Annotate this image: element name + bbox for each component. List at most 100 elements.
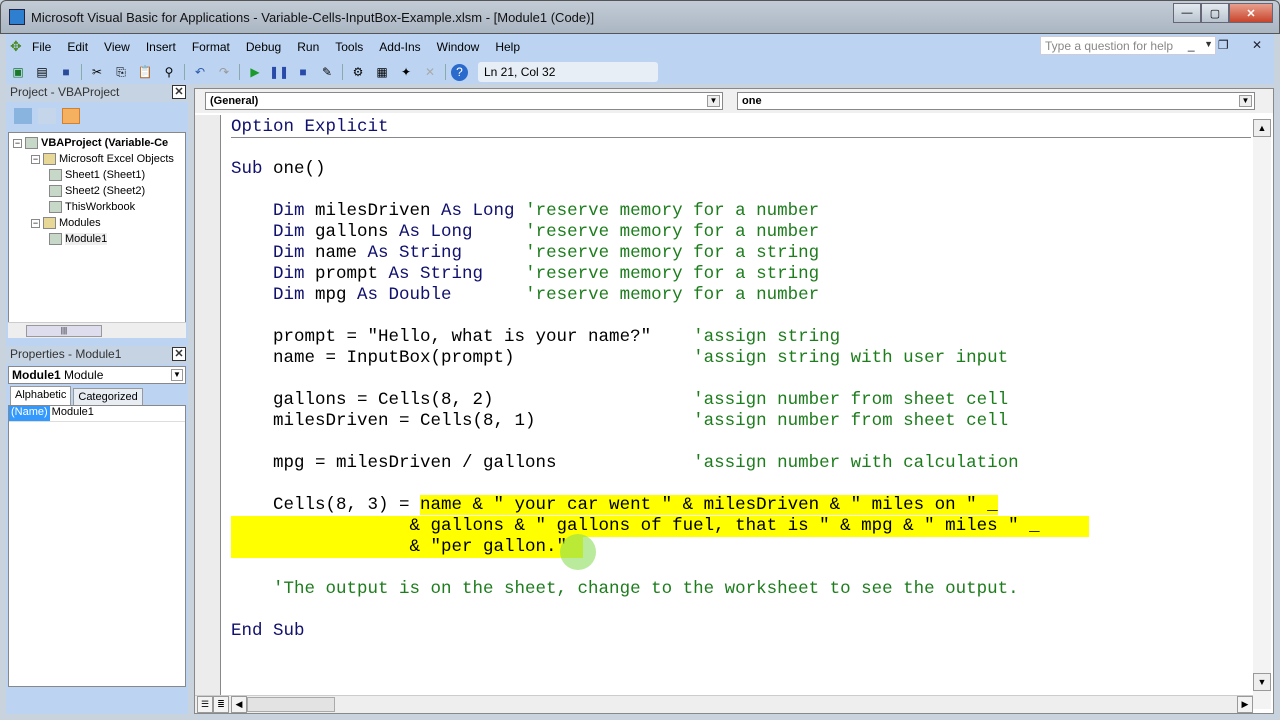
window-title: Microsoft Visual Basic for Applications … xyxy=(31,10,595,25)
copy-icon[interactable]: ⎘ xyxy=(111,63,131,81)
property-value[interactable]: Module1 xyxy=(50,406,96,421)
scroll-right-icon[interactable]: ▶ xyxy=(1237,696,1253,713)
menu-help[interactable]: Help xyxy=(487,40,528,54)
scroll-thumb[interactable]: ||| xyxy=(26,325,102,337)
vertical-scrollbar[interactable]: ▲ ▼ xyxy=(1253,119,1271,709)
scroll-up-icon[interactable]: ▲ xyxy=(1253,119,1271,137)
tab-alphabetic[interactable]: Alphabetic xyxy=(10,386,72,405)
close-button[interactable]: ✕ xyxy=(1229,3,1273,23)
design-mode-icon[interactable]: ✎ xyxy=(317,63,337,81)
paste-icon[interactable]: 📋 xyxy=(135,63,155,81)
menu-format[interactable]: Format xyxy=(184,40,238,54)
toggle-folders-icon[interactable] xyxy=(62,108,80,124)
code-line[interactable]: Cells(8, 3) = name & " your car went " &… xyxy=(231,495,1251,516)
code-line[interactable]: End Sub xyxy=(231,621,1251,642)
menu-run[interactable]: Run xyxy=(289,40,327,54)
tree-item[interactable]: Sheet2 (Sheet2) xyxy=(49,183,145,199)
code-line[interactable] xyxy=(231,432,1251,453)
code-line[interactable]: Option Explicit xyxy=(231,117,1251,138)
tab-categorized[interactable]: Categorized xyxy=(73,388,143,405)
tree-item[interactable]: Sheet1 (Sheet1) xyxy=(49,167,145,183)
code-line[interactable]: milesDriven = Cells(8, 1) 'assign number… xyxy=(231,411,1251,432)
code-line[interactable]: Sub one() xyxy=(231,159,1251,180)
project-tree-scrollbar[interactable]: ||| xyxy=(8,322,186,338)
scroll-thumb[interactable] xyxy=(247,697,335,712)
chevron-down-icon[interactable]: ▼ xyxy=(171,369,183,381)
code-line[interactable]: gallons = Cells(8, 2) 'assign number fro… xyxy=(231,390,1251,411)
tree-item[interactable]: ThisWorkbook xyxy=(49,199,135,215)
code-line[interactable]: Dim mpg As Double 'reserve memory for a … xyxy=(231,285,1251,306)
vba-menu-icon[interactable]: ✥ xyxy=(10,38,24,56)
code-line[interactable] xyxy=(231,138,1251,159)
property-row[interactable]: (Name) Module1 xyxy=(9,406,185,422)
code-line[interactable] xyxy=(231,369,1251,390)
cut-icon[interactable]: ✂ xyxy=(87,63,107,81)
code-line[interactable] xyxy=(231,600,1251,621)
code-line[interactable]: mpg = milesDriven / gallons 'assign numb… xyxy=(231,453,1251,474)
menu-view[interactable]: View xyxy=(96,40,138,54)
close-icon[interactable]: ✕ xyxy=(172,347,186,361)
mdi-window-controls[interactable]: _ ❐ ✕ xyxy=(1188,38,1272,52)
find-icon[interactable]: ⚲ xyxy=(159,63,179,81)
code-line[interactable]: Dim milesDriven As Long 'reserve memory … xyxy=(231,201,1251,222)
code-line[interactable]: & gallons & " gallons of fuel, that is "… xyxy=(231,516,1251,537)
menu-file[interactable]: File xyxy=(24,40,59,54)
view-code-icon[interactable] xyxy=(14,108,32,124)
scroll-left-icon[interactable]: ◀ xyxy=(231,696,247,713)
code-line[interactable]: & "per gallon." xyxy=(231,537,1251,558)
properties-window-icon[interactable]: ▦ xyxy=(372,63,392,81)
toolbox-icon[interactable]: ✕ xyxy=(420,63,440,81)
tree-item[interactable]: − VBAProject (Variable-Ce xyxy=(13,135,168,151)
tree-item[interactable]: Module1 xyxy=(49,231,108,247)
code-line[interactable]: 'The output is on the sheet, change to t… xyxy=(231,579,1251,600)
menu-window[interactable]: Window xyxy=(429,40,488,54)
menu-debug[interactable]: Debug xyxy=(238,40,289,54)
procedure-combo[interactable]: one ▼ xyxy=(737,92,1255,110)
code-line[interactable] xyxy=(231,180,1251,201)
close-icon[interactable]: ✕ xyxy=(172,85,186,99)
menu-tools[interactable]: Tools xyxy=(327,40,371,54)
full-module-view-icon[interactable]: ≣ xyxy=(213,696,229,713)
collapse-icon[interactable]: − xyxy=(13,138,22,148)
code-line[interactable]: Dim prompt As String 'reserve memory for… xyxy=(231,264,1251,285)
object-select[interactable]: Module1 Module ▼ xyxy=(8,366,186,384)
code-keyword: As String xyxy=(367,243,526,263)
code-line[interactable]: prompt = "Hello, what is your name?" 'as… xyxy=(231,327,1251,348)
indicator-margin[interactable] xyxy=(195,115,221,695)
tree-item[interactable]: − Modules xyxy=(31,215,101,231)
minimize-button[interactable]: — xyxy=(1173,3,1201,23)
tree-item[interactable]: − Microsoft Excel Objects xyxy=(31,151,174,167)
horizontal-scrollbar[interactable]: ☰ ≣ ◀ ▶ xyxy=(195,695,1253,713)
reset-icon[interactable]: ■ xyxy=(293,63,313,81)
undo-icon[interactable]: ↶ xyxy=(190,63,210,81)
chevron-down-icon[interactable]: ▼ xyxy=(1239,95,1252,107)
object-browser-icon[interactable]: ✦ xyxy=(396,63,416,81)
collapse-icon[interactable]: − xyxy=(31,154,40,164)
redo-icon[interactable]: ↷ xyxy=(214,63,234,81)
code-keyword: As Double xyxy=(357,285,526,305)
collapse-icon[interactable]: − xyxy=(31,218,40,228)
view-excel-icon[interactable]: ▣ xyxy=(8,63,28,81)
insert-userform-icon[interactable]: ▤ xyxy=(32,63,52,81)
help-icon[interactable]: ? xyxy=(451,63,468,81)
menu-add-ins[interactable]: Add-Ins xyxy=(371,40,428,54)
code-line[interactable] xyxy=(231,558,1251,579)
maximize-button[interactable]: ▢ xyxy=(1201,3,1229,23)
code-line[interactable] xyxy=(231,306,1251,327)
menu-insert[interactable]: Insert xyxy=(138,40,184,54)
chevron-down-icon[interactable]: ▼ xyxy=(707,95,720,107)
run-icon[interactable]: ▶ xyxy=(245,63,265,81)
scroll-down-icon[interactable]: ▼ xyxy=(1253,673,1271,691)
code-line[interactable]: Dim gallons As Long 'reserve memory for … xyxy=(231,222,1251,243)
code-line[interactable]: name = InputBox(prompt) 'assign string w… xyxy=(231,348,1251,369)
code-editor[interactable]: Option Explicit Sub one() Dim milesDrive… xyxy=(231,117,1251,697)
code-line[interactable]: Dim name As String 'reserve memory for a… xyxy=(231,243,1251,264)
break-icon[interactable]: ❚❚ xyxy=(269,63,289,81)
project-explorer-icon[interactable]: ⚙ xyxy=(348,63,368,81)
procedure-view-icon[interactable]: ☰ xyxy=(197,696,213,713)
code-line[interactable] xyxy=(231,474,1251,495)
save-icon[interactable]: ■ xyxy=(56,63,76,81)
menu-edit[interactable]: Edit xyxy=(59,40,96,54)
view-object-icon[interactable] xyxy=(38,108,56,124)
object-combo[interactable]: (General) ▼ xyxy=(205,92,723,110)
